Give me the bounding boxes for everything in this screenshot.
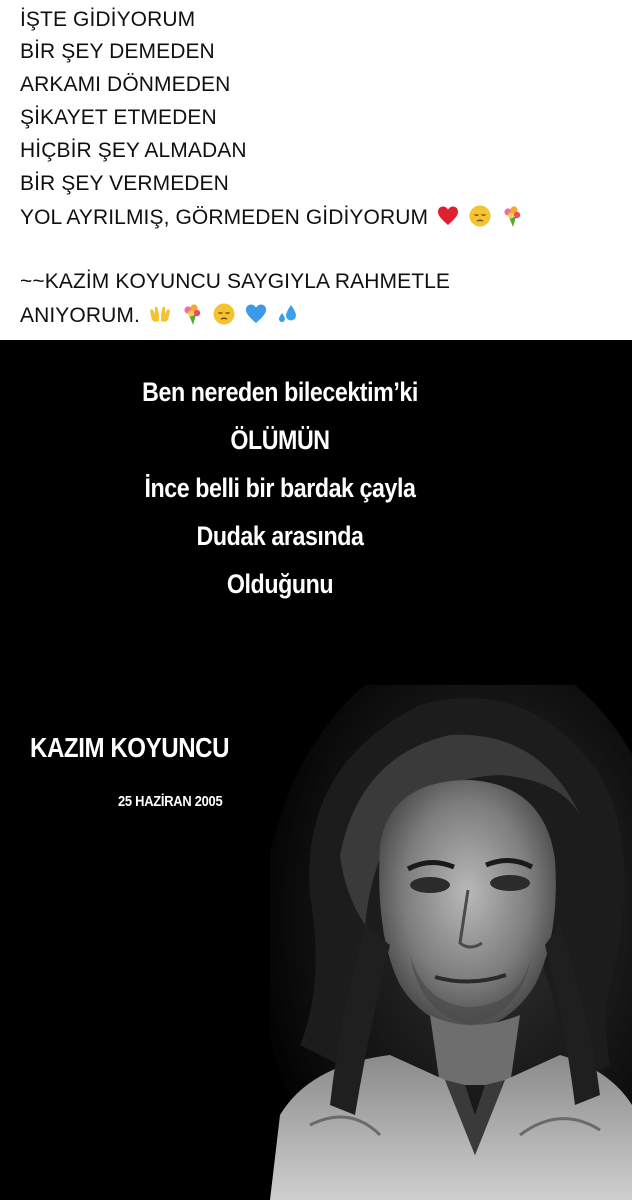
- poem-line-5: Olduğunu: [226, 569, 334, 599]
- post-text: İŞTE GİDİYORUM BİR ŞEY DEMEDEN ARKAMI DÖ…: [0, 0, 632, 340]
- post-line-1: İŞTE GİDİYORUM: [20, 8, 196, 31]
- poem-line-2: ÖLÜMÜN: [230, 425, 330, 455]
- pensive-face-icon: [212, 302, 236, 326]
- pensive-face-icon: [468, 204, 492, 228]
- post-line-7-text: YOL AYRILMIŞ, GÖRMEDEN GİDİYORUM: [20, 206, 429, 229]
- post-line-4: ŞİKAYET ETMEDEN: [20, 106, 217, 129]
- poem-line-4: Dudak arasında: [196, 521, 364, 551]
- sweat-droplets-icon: [276, 302, 300, 326]
- memorial-poster: Ben nereden bilecektim’ki ÖLÜMÜN İnce be…: [0, 340, 632, 1200]
- poem-line-3: İnce belli bir bardak çayla: [144, 473, 416, 503]
- bouquet-icon: [180, 302, 204, 326]
- post-line-5: HİÇBİR ŞEY ALMADAN: [20, 139, 247, 162]
- artist-name: KAZIM KOYUNCU: [30, 732, 230, 763]
- post-line-2: BİR ŞEY DEMEDEN: [20, 40, 215, 63]
- post-line-9-text: ANIYORUM.: [20, 304, 140, 327]
- artist-date: 25 HAZİRAN 2005: [118, 793, 223, 810]
- post-line-7: YOL AYRILMIŞ, GÖRMEDEN GİDİYORUM: [20, 204, 524, 231]
- post-line-6: BİR ŞEY VERMEDEN: [20, 172, 229, 195]
- poem: Ben nereden bilecektim’ki ÖLÜMÜN İnce be…: [0, 368, 560, 608]
- bouquet-icon: [500, 204, 524, 228]
- post-line-9: ANIYORUM.: [20, 302, 300, 329]
- blue-heart-icon: [244, 302, 268, 326]
- red-heart-icon: [436, 204, 460, 228]
- open-hands-icon: [148, 302, 172, 326]
- post-line-3: ARKAMI DÖNMEDEN: [20, 73, 231, 96]
- post-line-8: ~~KAZİM KOYUNCU SAYGIYLA RAHMETLE: [20, 270, 451, 293]
- portrait-photo: [270, 685, 632, 1200]
- poem-line-1: Ben nereden bilecektim’ki: [142, 377, 418, 407]
